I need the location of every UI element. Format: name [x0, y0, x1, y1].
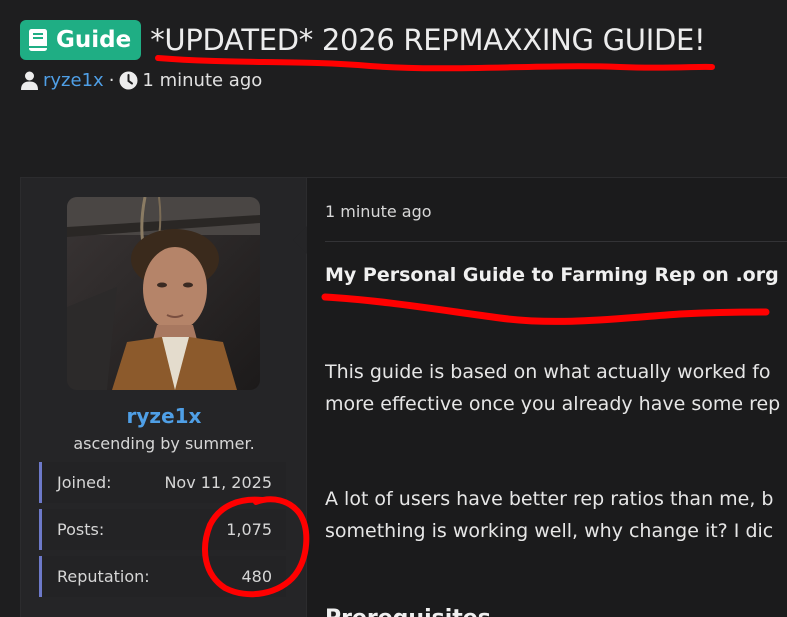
thread-header: Guide *UPDATED* 2026 REPMAXXING GUIDE! r…: [20, 20, 787, 91]
avatar-image: [67, 197, 260, 390]
paragraph-line: A lot of users have better rep ratios th…: [325, 488, 774, 510]
user-cell: ryze1x ascending by summer. Joined: Nov …: [21, 178, 307, 617]
thread-meta: ryze1x · 1 minute ago: [20, 70, 787, 91]
stat-value[interactable]: 1,075: [226, 520, 272, 539]
meta-separator: ·: [108, 70, 115, 91]
post-heading: My Personal Guide to Farming Rep on .org: [325, 264, 779, 286]
author-link[interactable]: ryze1x: [43, 70, 104, 91]
stat-value[interactable]: 480: [241, 567, 272, 586]
post: ryze1x ascending by summer. Joined: Nov …: [20, 177, 787, 617]
user-icon: [21, 71, 38, 90]
post-date[interactable]: 1 minute ago: [325, 202, 432, 221]
user-title: ascending by summer.: [73, 434, 255, 453]
stat-joined: Joined: Nov 11, 2025: [39, 462, 286, 503]
thread-title: *UPDATED* 2026 REPMAXXING GUIDE!: [150, 23, 706, 57]
stat-value: Nov 11, 2025: [164, 473, 272, 492]
message-arrow: [293, 226, 307, 254]
clock-icon: [119, 71, 138, 90]
paragraph-line: something is working well, why change it…: [325, 520, 774, 542]
prefix-label: Guide: [56, 27, 132, 53]
prefix-badge-guide[interactable]: Guide: [20, 20, 142, 60]
username-link[interactable]: ryze1x: [21, 404, 307, 428]
stat-posts: Posts: 1,075: [39, 509, 286, 550]
message-cell: 1 minute ago My Personal Guide to Farmin…: [325, 178, 787, 617]
paragraph-line: more effective once you already have som…: [325, 393, 781, 415]
thread-time[interactable]: 1 minute ago: [142, 70, 262, 91]
title-row: Guide *UPDATED* 2026 REPMAXXING GUIDE!: [20, 20, 787, 60]
avatar[interactable]: [67, 197, 260, 390]
stat-reputation: Reputation: 480: [39, 556, 286, 597]
book-icon: [29, 29, 47, 51]
divider: [325, 241, 787, 242]
stat-label: Joined:: [57, 473, 112, 492]
stat-label: Posts:: [57, 520, 105, 539]
stat-label: Reputation:: [57, 567, 150, 586]
section-heading: Prerequisites: [325, 606, 491, 617]
paragraph-line: This guide is based on what actually wor…: [325, 361, 771, 383]
